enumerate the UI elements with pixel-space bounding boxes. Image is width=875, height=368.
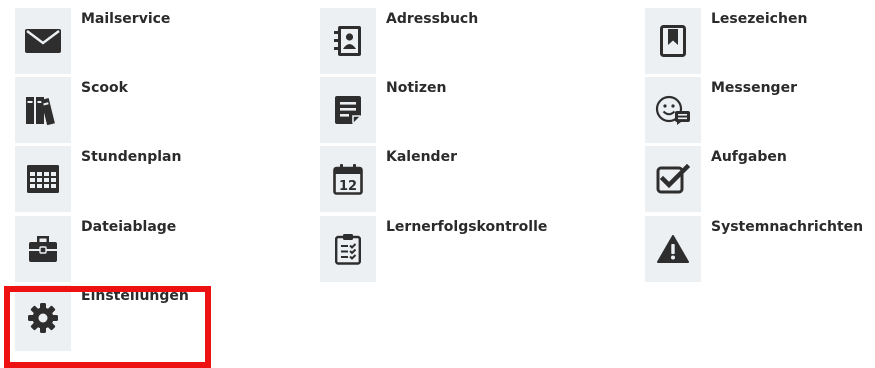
app-tile-dateiablage-icon-box xyxy=(15,216,71,282)
app-tile-adressbuch-icon-box xyxy=(320,8,376,74)
app-tile-stundenplan[interactable]: Stundenplan xyxy=(15,146,285,212)
bookmark-icon xyxy=(660,25,686,57)
app-tile-stundenplan-icon-box xyxy=(15,146,71,212)
app-tile-scook-icon-box xyxy=(15,77,71,143)
app-tile-lesezeichen-icon-box xyxy=(645,8,701,74)
app-tile-lernerfolgskontrolle[interactable]: Lernerfolgskontrolle xyxy=(320,216,590,282)
app-label-lernerfolgskontrolle: Lernerfolgskontrolle xyxy=(386,219,548,235)
app-label-stundenplan: Stundenplan xyxy=(81,149,182,165)
app-label-mailservice: Mailservice xyxy=(81,11,171,27)
app-tile-mailservice-icon-box xyxy=(15,8,71,74)
app-tile-dateiablage[interactable]: Dateiablage xyxy=(15,216,285,282)
app-tile-aufgaben-icon-box xyxy=(645,146,701,212)
app-label-lesezeichen: Lesezeichen xyxy=(711,11,808,27)
app-label-aufgaben: Aufgaben xyxy=(711,149,787,165)
envelope-icon xyxy=(25,29,61,53)
app-tile-lesezeichen[interactable]: Lesezeichen xyxy=(645,8,875,74)
app-tile-kalender[interactable]: 12 Kalender xyxy=(320,146,590,212)
app-label-scook: Scook xyxy=(81,80,128,96)
app-tile-notizen-icon-box xyxy=(320,77,376,143)
app-tile-messenger[interactable]: Messenger xyxy=(645,77,875,143)
app-tile-notizen[interactable]: Notizen xyxy=(320,77,590,143)
address-book-icon xyxy=(334,26,361,56)
calendar-icon: 12 xyxy=(333,164,363,195)
app-label-adressbuch: Adressbuch xyxy=(386,11,479,27)
app-label-kalender: Kalender xyxy=(386,149,457,165)
app-tile-scook[interactable]: Scook xyxy=(15,77,285,143)
app-tile-adressbuch[interactable]: Adressbuch xyxy=(320,8,590,74)
app-tile-mailservice[interactable]: Mailservice xyxy=(15,8,285,74)
books-icon xyxy=(26,97,55,125)
app-tile-systemnachrichten[interactable]: Systemnachrichten xyxy=(645,216,875,282)
checklist-clipboard-icon xyxy=(335,234,362,265)
app-tile-aufgaben[interactable]: Aufgaben xyxy=(645,146,875,212)
timetable-grid-icon xyxy=(27,165,59,193)
app-label-dateiablage: Dateiablage xyxy=(81,219,177,235)
app-tile-einstellungen[interactable]: Einstellungen xyxy=(15,285,285,351)
app-label-systemnachrichten: Systemnachrichten xyxy=(711,219,864,235)
note-icon xyxy=(335,96,361,124)
app-tile-systemnachrichten-icon-box xyxy=(645,216,701,282)
app-tile-lernerfolgskontrolle-icon-box xyxy=(320,216,376,282)
app-tile-messenger-icon-box xyxy=(645,77,701,143)
calendar-day-number: 12 xyxy=(339,179,357,194)
app-tile-kalender-icon-box: 12 xyxy=(320,146,376,212)
chat-smiley-icon xyxy=(655,95,690,125)
app-label-messenger: Messenger xyxy=(711,80,797,96)
app-label-einstellungen: Einstellungen xyxy=(81,288,189,304)
checkbox-icon xyxy=(656,164,690,194)
warning-icon xyxy=(657,235,689,263)
app-tile-einstellungen-icon-box xyxy=(15,285,71,351)
briefcase-icon xyxy=(29,236,57,262)
gear-icon xyxy=(28,303,58,333)
app-grid: Mailservice Adressbuch Lesezeichen Scook… xyxy=(0,0,875,368)
app-label-notizen: Notizen xyxy=(386,80,447,96)
